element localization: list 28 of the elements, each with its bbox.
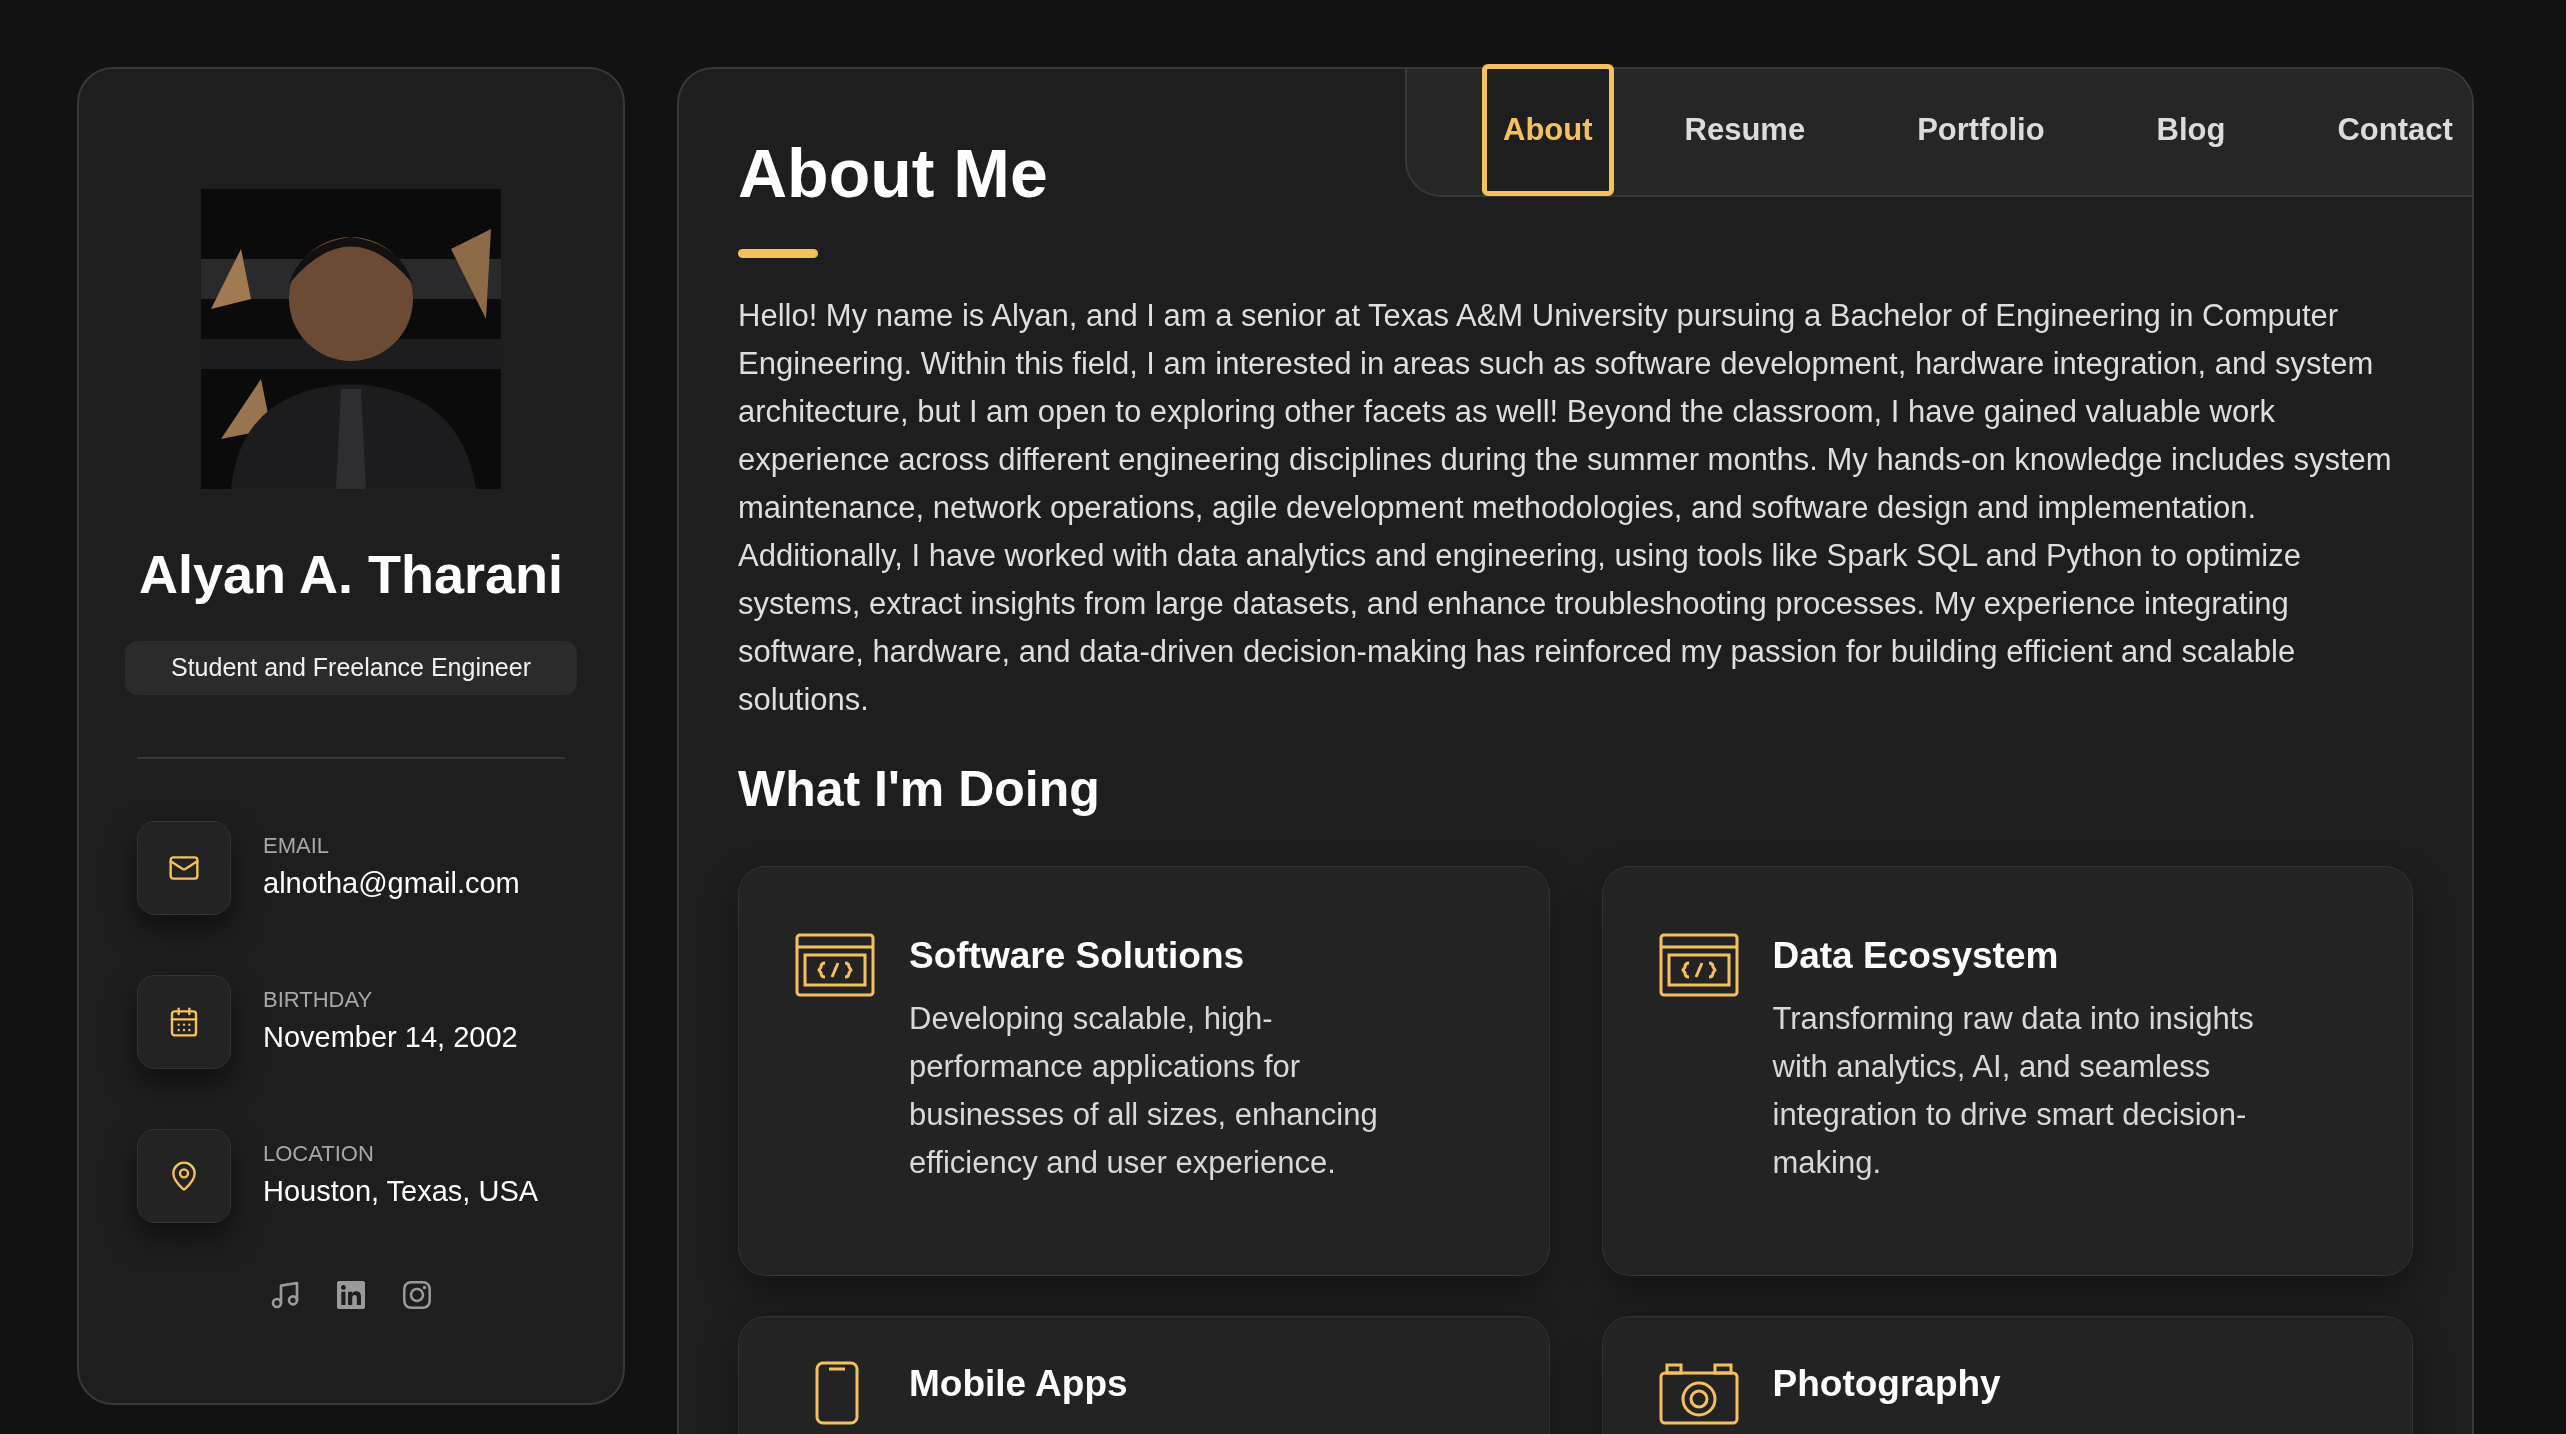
code-window-icon [1658,933,1739,997]
code-window-icon [795,933,875,997]
role-tag: Student and Freelance Engineer [125,641,577,695]
section-heading: What I'm Doing [738,764,1101,814]
contact-label: BIRTHDAY [263,988,374,1011]
camera-icon [1658,1361,1739,1425]
service-title: Data Ecosystem [1772,934,2060,978]
contact-label: LOCATION [263,1142,375,1165]
about-paragraph: Hello! My name is Alyan, and I am a senior at Texas A&M University pursuing a Bachelor of Engineering in Computer Engineering. Within this field, I am interested in areas such as software development, hardware integration, and system architecture, but I am open to exploring other facets as well! Beyond the classroom, I have gained valuable work experience across different engineering disciplines during the summer months. My hands-on knowledge includes system maintenance, network operations, agile development methodologies, and software design and implementation. Additionally, I have worked with data analytics and engineering, using tools like Spark SQL and Python to optimize systems, extract insights from large datasets, and enhance troubleshooting processes. My experience integrating software, hardware, and data-driven decision-making has reinforced my passion for building efficient and scalable solutions. [738,297,2393,719]
nav-tab[interactable]: Blog [2135,64,2247,196]
service-title: Software Solutions [909,934,1246,978]
service-title: Mobile Apps [909,1362,1128,1406]
service-title: Photography [1772,1362,2001,1406]
instagram-icon[interactable] [401,1279,433,1311]
contact-label: EMAIL [263,834,331,857]
calendar-icon [168,1006,200,1038]
contact-value: Houston, Texas, USA [263,1173,539,1209]
nav-tab[interactable]: Contact [2316,64,2474,196]
service-description: Developing scalable, high-performance applications for businesses of all sizes, enhancing efficiency and user experience. [909,1000,1379,1183]
linkedin-icon[interactable] [335,1279,367,1311]
service-description: Transforming raw data into insights with analytics, AI, and seamless integration to drive smart decision-making. [1772,1000,2255,1183]
music-note-icon[interactable] [269,1279,301,1311]
contact-value: alnotha@gmail.com [263,865,520,901]
nav-tab[interactable]: Resume [1663,64,1827,196]
page-heading: About Me [738,139,1048,207]
contact-value: November 14, 2002 [263,1019,518,1055]
nav-tab[interactable]: About [1482,64,1614,196]
nav-tab[interactable]: Portfolio [1896,64,2066,196]
